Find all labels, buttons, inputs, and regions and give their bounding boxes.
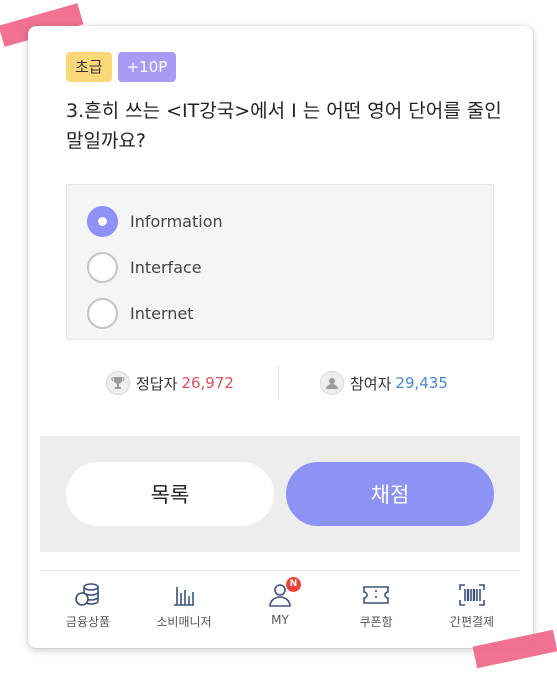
nav-label: MY (271, 613, 289, 627)
bar-chart-icon (169, 581, 199, 609)
nav-item-easy-payment[interactable]: 간편결제 (424, 571, 520, 631)
participants-count: 29,435 (395, 374, 448, 392)
person-icon: N (265, 577, 301, 609)
ticket-icon (361, 581, 391, 609)
question-text: 3.흔히 쓰는 <IT강국>에서 I 는 어떤 영어 단어를 줄인 말일까요? (66, 100, 502, 152)
option-internet[interactable]: Internet (87, 297, 194, 329)
nav-label: 쿠폰함 (359, 615, 393, 629)
nav-item-financial-products[interactable]: 금융상품 (40, 571, 136, 631)
quiz-stats: 정답자 26,972 참여자 29,435 (66, 366, 494, 400)
point-badge: +10P (117, 52, 177, 82)
barcode-icon (457, 581, 487, 609)
nav-label: 간편결제 (449, 615, 495, 629)
option-information[interactable]: Information (87, 205, 223, 237)
option-interface[interactable]: Interface (87, 251, 202, 283)
correct-stat: 정답자 26,972 (106, 366, 234, 400)
list-button[interactable]: 목록 (66, 462, 274, 526)
correct-label: 정답자 (136, 374, 178, 393)
bottom-nav: 금융상품 소비매니저 N MY 쿠폰함 간편결제 (40, 570, 520, 648)
action-area: 목록 채점 (40, 436, 520, 552)
radio-unchecked-icon[interactable] (87, 251, 118, 283)
grade-button[interactable]: 채점 (286, 462, 494, 526)
trophy-icon (106, 371, 130, 395)
option-label: Interface (130, 257, 202, 277)
participants-stat: 참여자 29,435 (320, 366, 448, 400)
coins-icon (73, 581, 103, 609)
nav-label: 금융상품 (65, 615, 111, 629)
answer-options: Information Interface Internet (66, 184, 494, 340)
person-icon (320, 371, 344, 395)
badge-row: 초급 +10P (66, 52, 177, 82)
quiz-card: 초급 +10P 3.흔히 쓰는 <IT강국>에서 I 는 어떤 영어 단어를 줄… (28, 26, 533, 648)
nav-item-coupon-box[interactable]: 쿠폰함 (328, 571, 424, 631)
option-label: Internet (130, 303, 194, 323)
radio-unchecked-icon[interactable] (87, 297, 118, 329)
participants-label: 참여자 (350, 374, 392, 393)
nav-item-my[interactable]: N MY (232, 571, 328, 631)
nav-item-spending-manager[interactable]: 소비매니저 (136, 571, 232, 631)
radio-checked-icon[interactable] (87, 205, 118, 237)
nav-label: 소비매니저 (156, 615, 212, 629)
stats-divider (278, 366, 279, 400)
level-badge: 초급 (66, 52, 112, 82)
notification-badge: N (286, 577, 301, 592)
option-label: Information (130, 211, 223, 231)
correct-count: 26,972 (181, 374, 234, 392)
